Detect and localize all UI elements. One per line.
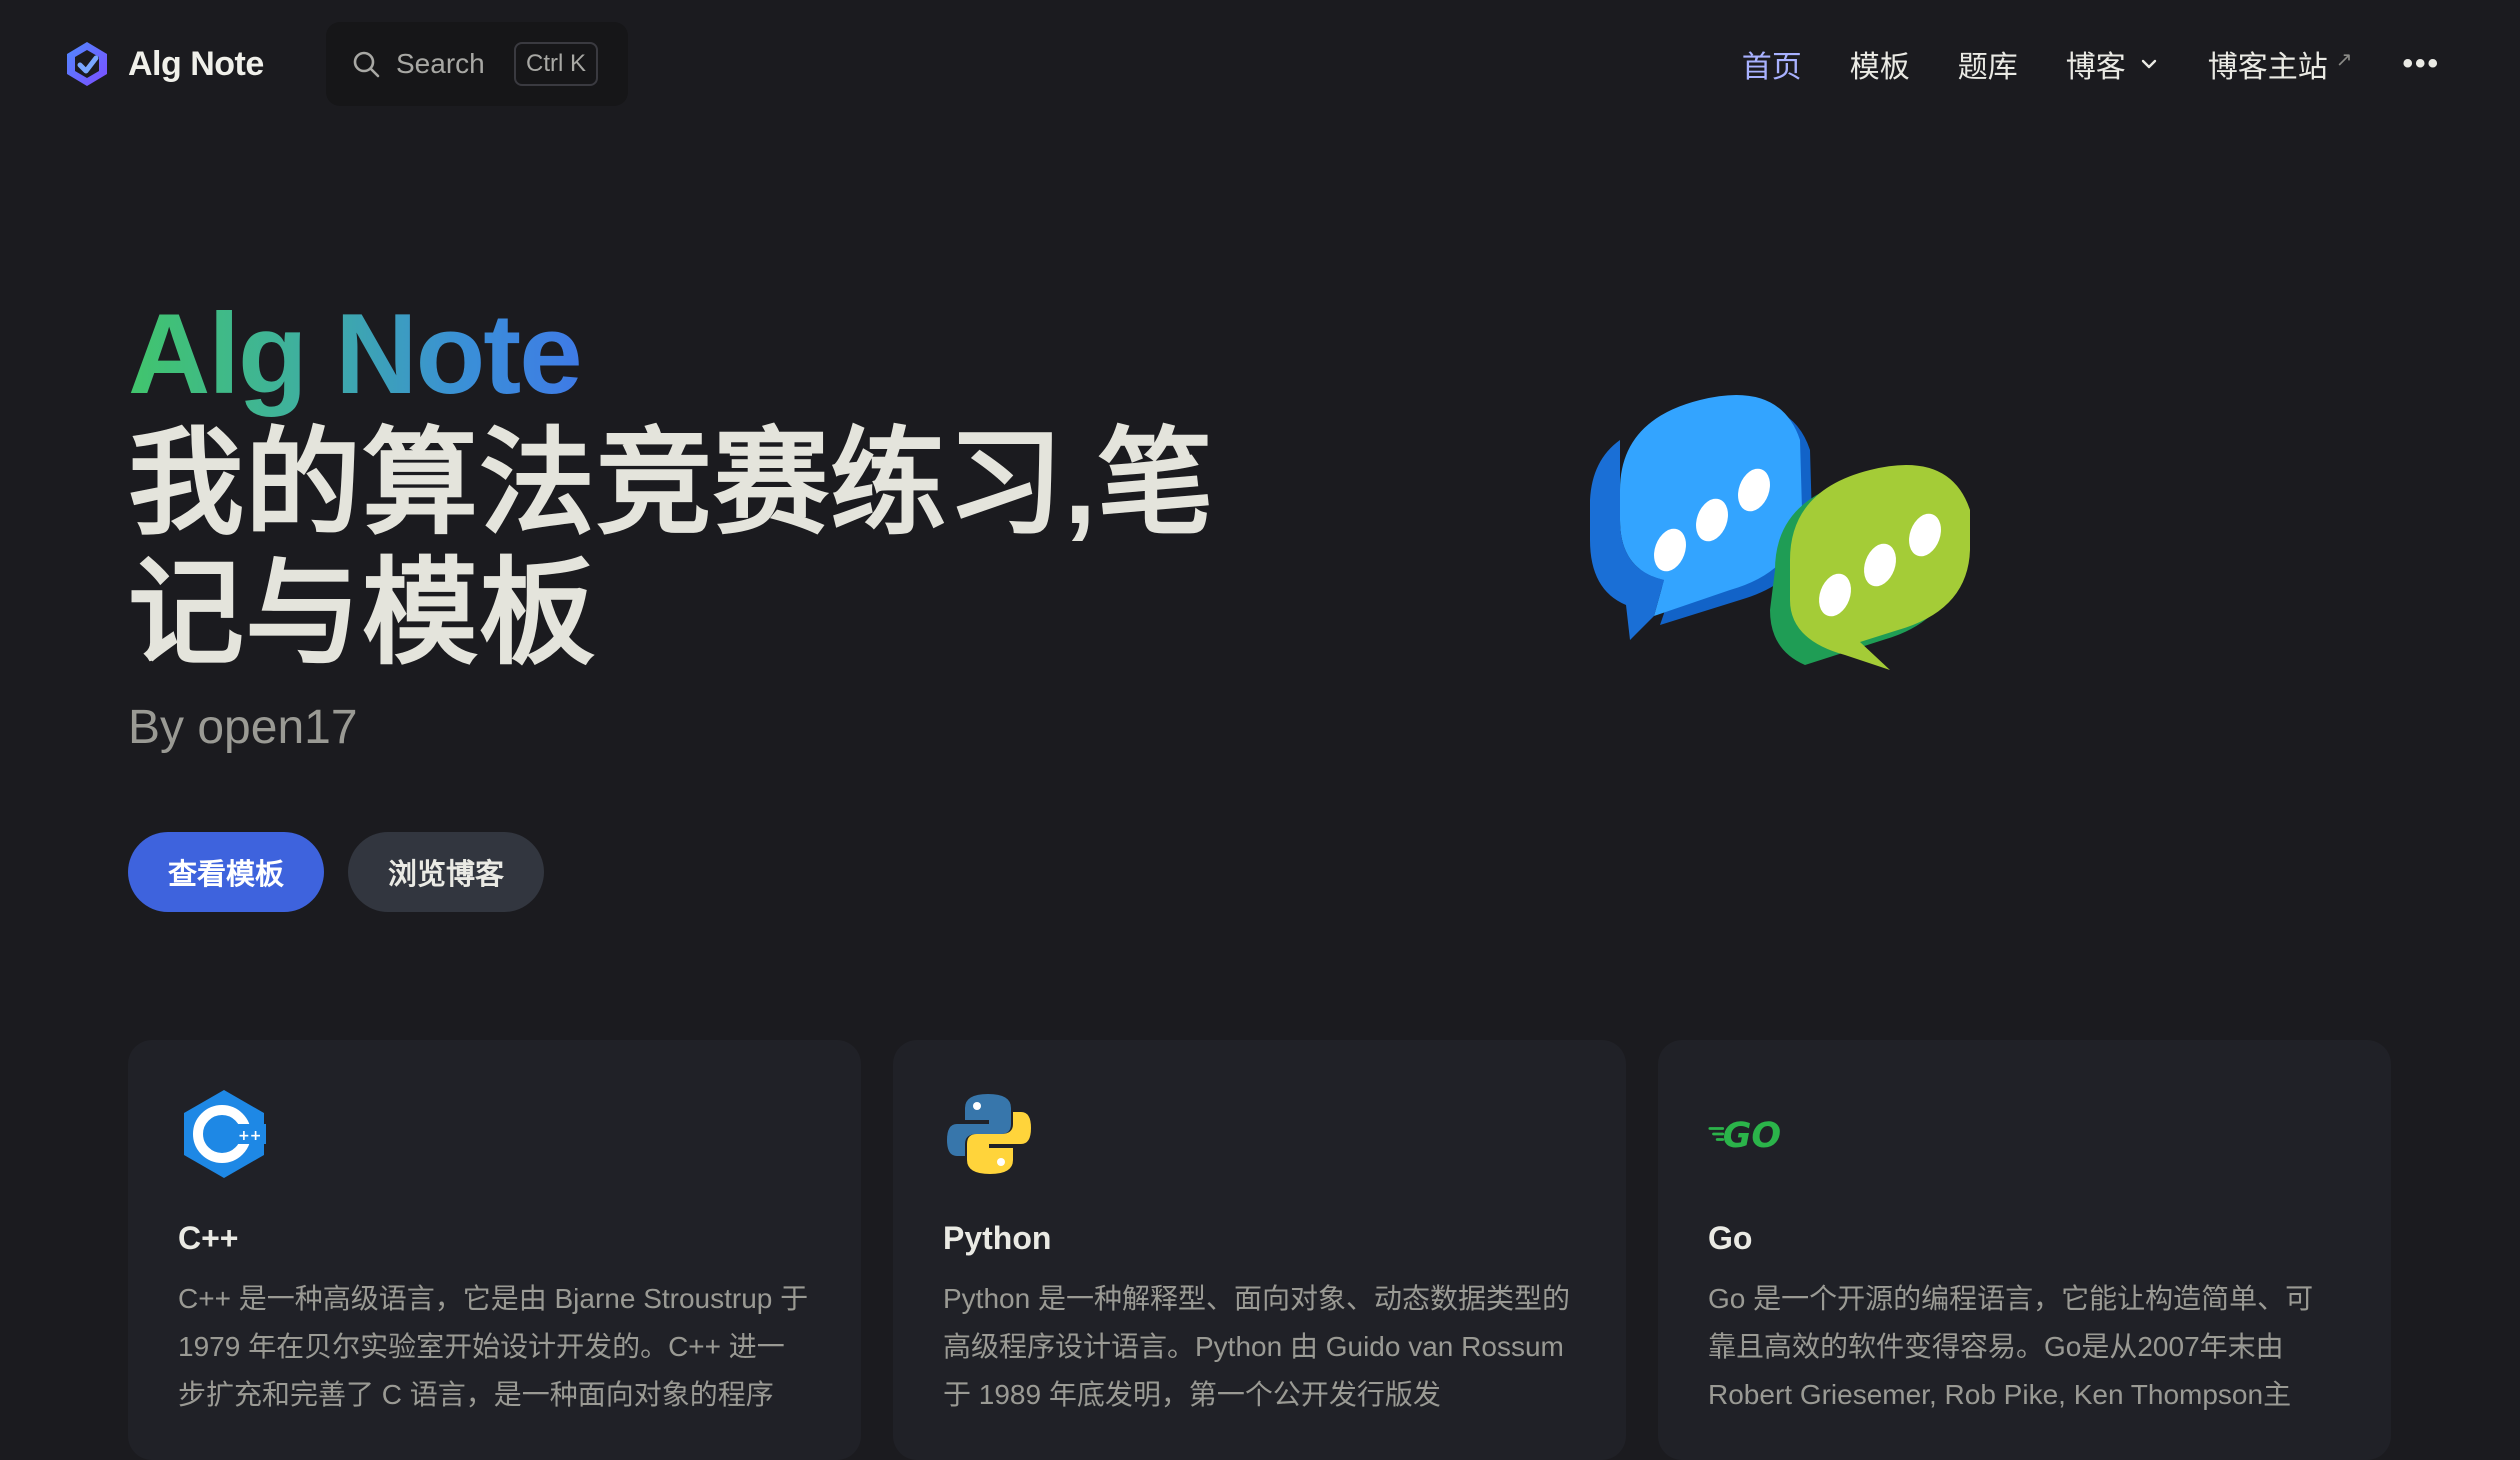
nav-link-blog-main[interactable]: 博客主站 ↗ bbox=[2208, 42, 2353, 86]
nav-link-templates[interactable]: 模板 bbox=[1850, 42, 1910, 86]
feature-title: Python bbox=[943, 1220, 1052, 1256]
external-link-icon: ↗ bbox=[2335, 48, 2353, 71]
nav-link-problems[interactable]: 题库 bbox=[1958, 42, 2018, 86]
feature-details: Go 是一个开源的编程语言，它能让构造简单、可靠且高效的软件变得容易。Go是从2… bbox=[1708, 1283, 2314, 1410]
search-shortcut-key: Ctrl K bbox=[514, 42, 598, 86]
nav-link-label: 博客 bbox=[2065, 51, 2126, 84]
svg-text:GO: GO bbox=[1723, 1116, 1781, 1156]
nav-menu: 首页 模板 题库 博客 博客主站 ↗ ••• bbox=[1694, 0, 2440, 128]
view-templates-button[interactable]: 查看模板 bbox=[128, 832, 325, 912]
nav-link-home[interactable]: 首页 bbox=[1742, 42, 1802, 86]
features-list: ++ C++ C++ 是一种高级语言，它是由 Bjarne Stroustrup… bbox=[128, 1040, 2391, 1460]
hero-text: 我的算法竞赛练习,笔记与模板 bbox=[128, 418, 1215, 678]
python-icon bbox=[943, 1088, 1035, 1180]
search-icon bbox=[353, 51, 380, 78]
hero-tagline: By open17 bbox=[128, 701, 358, 754]
nav-link-label: 题库 bbox=[1957, 51, 2018, 84]
feature-title: C++ bbox=[178, 1220, 239, 1256]
feature-title: Go bbox=[1708, 1220, 1753, 1256]
hero-actions: 查看模板 浏览博客 bbox=[128, 832, 545, 912]
feature-details: Python 是一种解释型、面向对象、动态数据类型的高级程序设计语言。Pytho… bbox=[943, 1283, 1570, 1410]
nav-link-label: 首页 bbox=[1741, 51, 1802, 84]
nav-link-label: 博客主站 bbox=[2207, 51, 2328, 84]
chevron-down-icon bbox=[2141, 59, 2156, 69]
nav-link-blog-dropdown[interactable]: 博客 bbox=[2066, 42, 2160, 86]
brand-title: Alg Note bbox=[128, 44, 264, 83]
nav-link-label: 模板 bbox=[1849, 51, 1910, 84]
feature-card-python: Python Python 是一种解释型、面向对象、动态数据类型的高级程序设计语… bbox=[893, 1040, 1626, 1460]
search-label: Search bbox=[396, 48, 485, 79]
more-menu-icon[interactable]: ••• bbox=[2402, 47, 2440, 81]
search-button[interactable]: Search Ctrl K bbox=[326, 22, 628, 106]
browse-blog-button[interactable]: 浏览博客 bbox=[348, 832, 545, 912]
feature-details: C++ 是一种高级语言，它是由 Bjarne Stroustrup 于 1979… bbox=[178, 1283, 809, 1410]
top-navbar: Alg Note Search Ctrl K 首页 模板 题库 博客 博客主站 … bbox=[0, 0, 2520, 128]
svg-text:++: ++ bbox=[238, 1128, 261, 1144]
feature-card-go: GO Go Go 是一个开源的编程语言，它能让构造简单、可靠且高效的软件变得容易… bbox=[1658, 1040, 2391, 1460]
go-icon: GO bbox=[1708, 1088, 1800, 1180]
chat-bubbles-image bbox=[1590, 395, 1970, 670]
feature-card-cpp: ++ C++ C++ 是一种高级语言，它是由 Bjarne Stroustrup… bbox=[128, 1040, 861, 1460]
brand-link[interactable]: Alg Note bbox=[62, 38, 264, 90]
hero-name: Alg Note bbox=[128, 291, 583, 418]
logo-icon bbox=[67, 42, 107, 86]
cpp-icon: ++ bbox=[178, 1088, 270, 1180]
